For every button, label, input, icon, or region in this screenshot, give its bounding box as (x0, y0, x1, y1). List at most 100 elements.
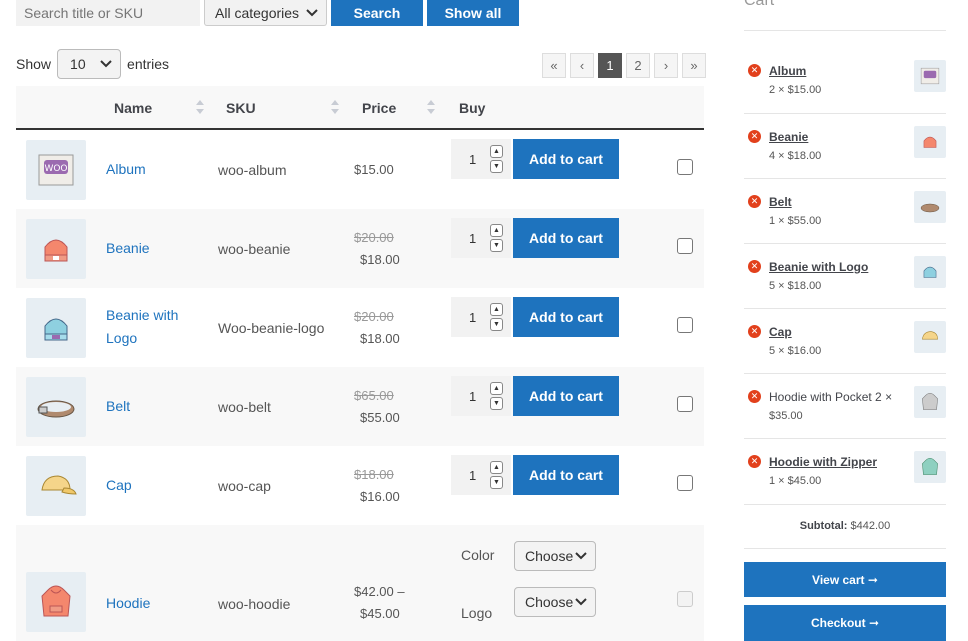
remove-icon[interactable]: ✕ (748, 390, 761, 403)
remove-icon[interactable]: ✕ (748, 260, 761, 273)
search-input[interactable] (16, 0, 200, 26)
product-sku: Woo-beanie-logo (218, 320, 325, 336)
cart-item-name[interactable]: Album (769, 64, 806, 78)
price-old: $18.00 (354, 467, 394, 482)
product-link[interactable]: Beanie (106, 237, 150, 260)
sort-icon[interactable] (331, 100, 339, 114)
cart-item-thumbnail (914, 60, 946, 92)
product-link[interactable]: Belt (106, 395, 130, 418)
entries-select[interactable]: 10 (57, 49, 122, 79)
subtotal-value: $442.00 (850, 520, 891, 532)
spin-down-icon[interactable]: ▼ (490, 318, 503, 331)
product-thumbnail[interactable] (26, 219, 86, 279)
quantity-spinner[interactable]: ▲ ▼ (490, 303, 503, 331)
cart-item-qty: 1 × $45.00 (769, 475, 822, 487)
page-next-button[interactable]: › (654, 53, 678, 78)
add-to-cart-button[interactable]: Add to cart (513, 218, 619, 258)
page-first-button[interactable]: « (542, 53, 566, 78)
header-price[interactable]: Price (362, 100, 396, 116)
select-checkbox[interactable] (677, 317, 693, 333)
product-thumbnail[interactable]: WOO (26, 140, 86, 200)
show-all-button[interactable]: Show all (427, 0, 519, 26)
spin-up-icon[interactable]: ▲ (490, 461, 503, 474)
spin-up-icon[interactable]: ▲ (490, 145, 503, 158)
page-last-button[interactable]: » (682, 53, 706, 78)
product-price: $15.00 (354, 159, 394, 181)
quantity-spinner[interactable]: ▲ ▼ (490, 145, 503, 173)
page-prev-button[interactable]: ‹ (570, 53, 594, 78)
show-label: Show (16, 56, 52, 72)
product-name-line: Beanie with (106, 307, 179, 323)
svg-text:WOO: WOO (44, 164, 67, 174)
add-to-cart-button[interactable]: Add to cart (513, 297, 619, 337)
cart-item-name[interactable]: Hoodie with Zipper (769, 455, 877, 469)
beanie-with-logo-icon (44, 318, 68, 341)
sort-icon[interactable] (196, 100, 204, 114)
subtotal-label: Subtotal: (799, 520, 848, 532)
cart-item-thumbnail (914, 191, 946, 223)
arrow-right-icon: ➞ (868, 616, 880, 630)
quantity-stepper[interactable]: 1 ▲ ▼ (451, 376, 511, 416)
quantity-spinner[interactable]: ▲ ▼ (490, 382, 503, 410)
divider (744, 308, 946, 309)
cart-item-thumbnail (914, 321, 946, 353)
spin-down-icon[interactable]: ▼ (490, 397, 503, 410)
divider (744, 504, 946, 505)
divider (744, 243, 946, 244)
search-button[interactable]: Search (331, 0, 423, 26)
quantity-stepper[interactable]: 1 ▲ ▼ (451, 455, 511, 495)
product-link[interactable]: Beanie with Logo (106, 304, 178, 350)
add-to-cart-button[interactable]: Add to cart (513, 139, 619, 179)
product-thumbnail[interactable] (26, 572, 86, 632)
sort-icon[interactable] (427, 100, 435, 114)
quantity-spinner[interactable]: ▲ ▼ (490, 224, 503, 252)
cart-item-name[interactable]: Beanie (769, 130, 808, 144)
product-price: $65.00 $55.00 (354, 385, 400, 429)
quantity-stepper[interactable]: 1 ▲ ▼ (451, 297, 511, 337)
product-link[interactable]: Hoodie (106, 592, 150, 615)
quantity-value: 1 (469, 388, 477, 404)
cart-item-name[interactable]: Beanie with Logo (769, 260, 868, 274)
spin-down-icon[interactable]: ▼ (490, 160, 503, 173)
header-sku[interactable]: SKU (226, 100, 256, 116)
checkout-button[interactable]: Checkout ➞ (744, 605, 946, 641)
select-checkbox[interactable] (677, 396, 693, 412)
spin-up-icon[interactable]: ▲ (490, 224, 503, 237)
logo-select[interactable]: Choose (514, 587, 596, 617)
select-checkbox[interactable] (677, 159, 693, 175)
product-thumbnail[interactable] (26, 456, 86, 516)
page-1-button[interactable]: 1 (598, 53, 622, 78)
product-link[interactable]: Cap (106, 474, 132, 497)
product-price: $42.00 – $45.00 (354, 581, 405, 625)
cart-item: ✕ Beanie with Logo 5 × $18.00 (744, 256, 946, 325)
add-to-cart-button[interactable]: Add to cart (513, 455, 619, 495)
add-to-cart-button[interactable]: Add to cart (513, 376, 619, 416)
remove-icon[interactable]: ✕ (748, 130, 761, 143)
quantity-value: 1 (469, 151, 477, 167)
color-select[interactable]: Choose (514, 541, 596, 571)
product-thumbnail[interactable] (26, 377, 86, 437)
spin-down-icon[interactable]: ▼ (490, 476, 503, 489)
remove-icon[interactable]: ✕ (748, 325, 761, 338)
spin-down-icon[interactable]: ▼ (490, 239, 503, 252)
category-select[interactable]: All categories (204, 0, 327, 26)
product-link[interactable]: Album (106, 158, 146, 181)
category-select-value: All categories (215, 4, 300, 21)
quantity-stepper[interactable]: 1 ▲ ▼ (451, 139, 511, 179)
quantity-spinner[interactable]: ▲ ▼ (490, 461, 503, 489)
cart-item-name[interactable]: Belt (769, 195, 792, 209)
spin-up-icon[interactable]: ▲ (490, 303, 503, 316)
page-2-button[interactable]: 2 (626, 53, 650, 78)
select-checkbox[interactable] (677, 238, 693, 254)
view-cart-button[interactable]: View cart ➞ (744, 562, 946, 597)
product-thumbnail[interactable] (26, 298, 86, 358)
select-checkbox[interactable] (677, 475, 693, 491)
product-name-line: Logo (106, 330, 138, 346)
header-name[interactable]: Name (114, 100, 152, 116)
spin-up-icon[interactable]: ▲ (490, 382, 503, 395)
remove-icon[interactable]: ✕ (748, 455, 761, 468)
cart-item-name[interactable]: Cap (769, 325, 792, 339)
quantity-stepper[interactable]: 1 ▲ ▼ (451, 218, 511, 258)
remove-icon[interactable]: ✕ (748, 195, 761, 208)
remove-icon[interactable]: ✕ (748, 64, 761, 77)
